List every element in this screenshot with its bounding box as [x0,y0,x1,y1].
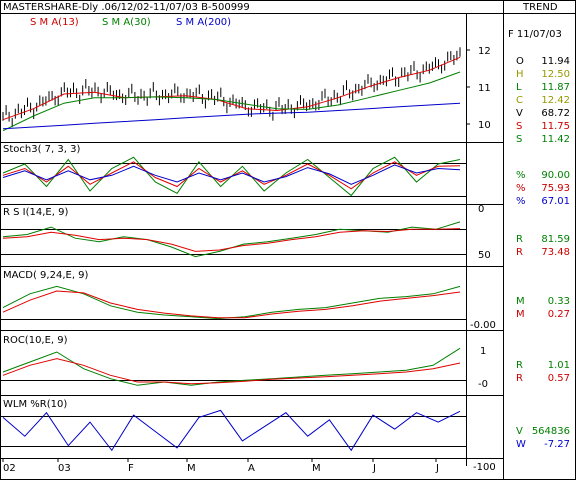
x-axis-ticks: 02 03 F M A M J J [2,458,439,474]
readout-value: 11.94 [541,56,570,67]
x-tick-label: A [248,463,255,474]
panel-readouts: % 90.00% 75.93% 67.01 R 81.59 R 73.48 M 0.33 M 0.27… [516,170,570,450]
stoch-readout-key: % [516,183,526,194]
x-tick-label: M [187,463,196,474]
rsi-tick-50: 50 [478,250,491,261]
rsi-readout-key: R [516,247,523,258]
readout-value: 68.72 [541,108,570,119]
wlm-tick-minus100: -100 [473,462,496,473]
series-line-2-0 [2,221,461,258]
stoch-label: Stoch3( 7, 3, 3) [3,144,80,155]
macd-label: MACD( 9,24,E, 9) [3,270,89,281]
x-tick-label: 02 [3,463,16,474]
series-line-4-0 [2,347,461,386]
wlm-readout-key: W [516,439,526,450]
readout-value: 11.75 [541,121,570,132]
wlm-ref-lines [0,416,466,447]
series-line-0-1 [2,71,461,132]
series-line-2-1 [2,228,461,252]
rsi-label: R S I(14,E, 9) [3,207,68,218]
readout-key: L [516,82,522,93]
readout-key: O [516,56,524,67]
rsi-readout-value: 73.48 [541,247,570,258]
rsi-ref-lines [0,229,466,255]
macd-readout-value: 0.27 [548,309,570,320]
x-tick-label: J [435,463,439,474]
macd-tick-zero: -0.00 [470,320,496,331]
readout-date: F 11/07/03 [508,29,562,40]
wlm-readout-key: V [516,426,523,437]
stoch-readout-value: 90.00 [541,170,570,181]
price-tick-10: 10 [478,120,491,131]
wlm-label: WLM %R(10) [3,399,67,410]
readout-value: 11.42 [541,134,570,145]
stoch-tick-0: 0 [478,204,484,215]
stoch-readout-key: % [516,196,526,207]
readout-key: H [516,69,524,80]
readout-key: V [516,108,523,119]
wlm-readout-value: -7.27 [544,439,570,450]
x-tick-label: 03 [58,463,71,474]
series-line-3-1 [2,290,461,319]
roc-tick-1: 1 [480,346,486,357]
readout-value: 11.87 [541,82,570,93]
legend-sma30: S M A(30) [102,17,151,28]
price-tick-11: 11 [478,83,491,94]
series-layer [2,56,461,452]
readout-value: 12.50 [541,69,570,80]
macd-readout-key: M [516,309,525,320]
x-tick-label: J [372,463,376,474]
roc-readout-value: 1.01 [548,360,570,371]
series-line-1-2 [2,164,461,185]
macd-readout-value: 0.33 [548,296,570,307]
legend-sma200: S M A(200) [176,17,231,28]
chart-canvas: MASTERSHARE-Dly .06/12/02-11/07/03 B-500… [0,0,576,480]
x-tick-label: F [128,463,134,474]
roc-tick-zero: -0 [478,379,488,390]
series-line-3-0 [2,285,461,320]
stoch-ref-lines [0,163,466,197]
readout-key: C [516,95,523,106]
readout-rows: O 11.94 H 12.50 L 11.87 C 12.42 V 68.72 S 11.75 S 11.… [516,56,570,145]
wlm-readout-value: 564836 [532,426,570,437]
chart-title: MASTERSHARE-Dly .06/12/02-11/07/03 B-500… [3,2,250,13]
macd-readout-key: M [516,296,525,307]
series-line-1-1 [2,161,461,190]
trend-label: TREND [522,2,558,13]
series-line-0-2 [2,102,461,130]
readout-key: S [516,121,522,132]
rsi-readout-key: R [516,234,523,245]
series-line-0-0 [2,56,461,121]
rsi-readout-value: 81.59 [541,234,570,245]
readout-value: 12.42 [541,95,570,106]
x-tick-label: M [312,463,321,474]
roc-readout-key: R [516,360,523,371]
roc-readout-key: R [516,373,523,384]
stoch-readout-value: 75.93 [541,183,570,194]
price-tick-12: 12 [478,46,491,57]
stoch-readout-key: % [516,170,526,181]
roc-label: ROC(10,E, 9) [3,335,68,346]
stoch-readout-value: 67.01 [541,196,570,207]
readout-key: S [516,134,522,145]
legend-sma13: S M A(13) [30,17,79,28]
roc-readout-value: 0.57 [548,373,570,384]
